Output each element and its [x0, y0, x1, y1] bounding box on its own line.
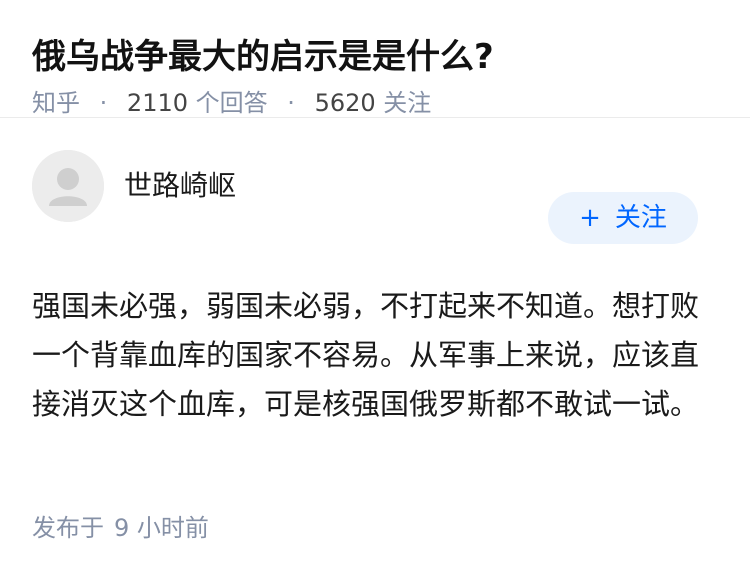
follow-count-label: 关注: [383, 89, 432, 117]
plus-icon: +: [579, 203, 601, 233]
follow-count: 5620: [314, 89, 376, 117]
source-label[interactable]: 知乎: [32, 89, 80, 117]
answer-count: 2110: [126, 89, 188, 117]
question-header: 俄乌战争最大的启示是是什么? 知乎 · 2110 个回答 · 5620 关注: [0, 0, 750, 118]
default-avatar-icon: [32, 150, 104, 222]
question-meta: 知乎 · 2110 个回答 · 5620 关注: [32, 84, 718, 122]
author-name[interactable]: 世路崎岖: [124, 166, 236, 206]
meta-separator: ·: [99, 89, 108, 117]
publish-info: 发布于 9 小时前: [32, 508, 209, 548]
follow-button[interactable]: + 关注: [548, 192, 698, 244]
answer-count-label[interactable]: 个回答: [196, 89, 268, 117]
publish-label: 发布于: [32, 514, 104, 542]
avatar[interactable]: [32, 150, 104, 222]
publish-time: 9 小时前: [114, 514, 209, 542]
meta-separator: ·: [287, 89, 295, 117]
question-title[interactable]: 俄乌战争最大的启示是是什么?: [32, 32, 718, 82]
follow-button-label: 关注: [614, 203, 667, 233]
answer-author: 世路崎岖 + 关注: [0, 118, 750, 258]
answer-content[interactable]: 强国未必强，弱国未必弱，不打起来不知道。想打败一个背靠血库的国家不容易。从军事上…: [32, 282, 710, 429]
